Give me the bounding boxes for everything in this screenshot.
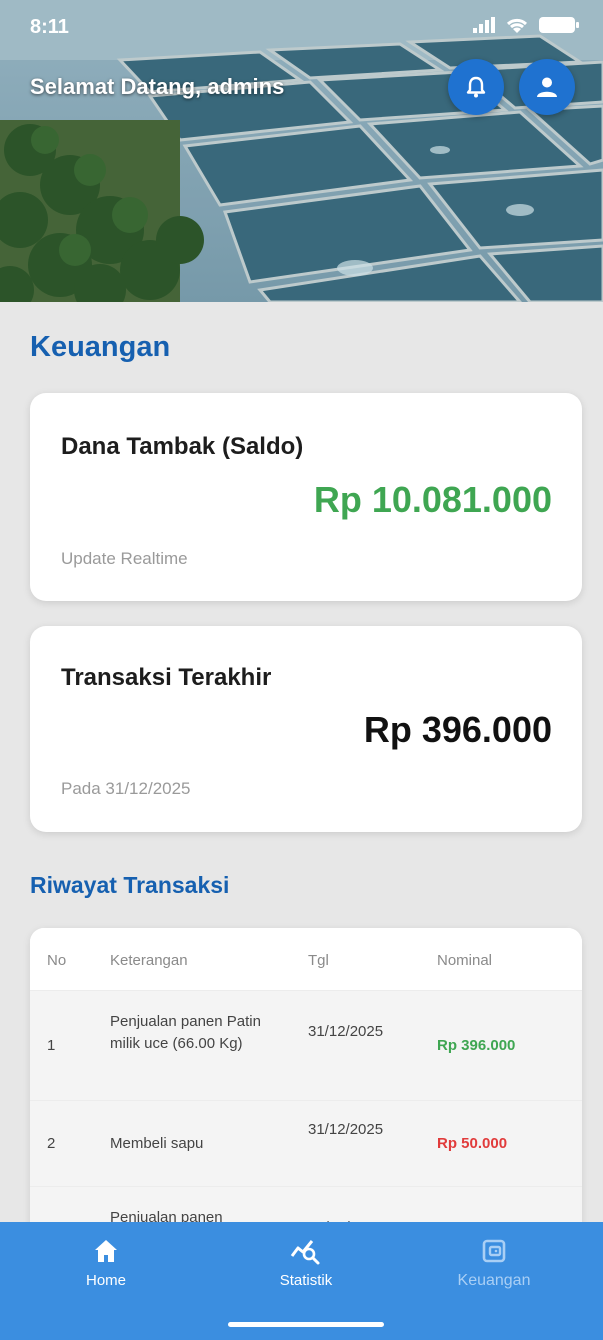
saldo-card: Dana Tambak (Saldo) Rp 10.081.000 Update… [30,393,582,601]
nav-keuangan-label: Keuangan [457,1272,531,1289]
saldo-label: Dana Tambak (Saldo) [61,433,304,460]
status-time: 8:11 [30,16,69,38]
section-title-riwayat: Riwayat Transaksi [30,872,230,898]
chart-search-icon [290,1240,320,1265]
last-transaction-card: Transaksi Terakhir Rp 396.000 Pada 31/12… [30,626,582,832]
cell-nominal: Rp 396.000 [437,1037,516,1054]
column-header-nominal: Nominal [437,952,493,969]
saldo-amount: Rp 10.081.000 [313,479,552,520]
wifi-icon [506,18,528,33]
user-icon [537,77,557,97]
column-header-no: No [47,952,67,969]
cell-no: 1 [47,1037,56,1054]
fish-pond-background-image [0,0,603,302]
home-icon [95,1240,117,1262]
nav-keuangan[interactable]: Keuangan [434,1236,554,1290]
column-header-keterangan: Keterangan [110,952,188,969]
nav-home[interactable]: Home [46,1236,166,1289]
cell-tgl: 31/12/2025 [308,1121,384,1138]
header-banner: 8:11 Selamat Datang, admins [0,0,603,302]
cell-no: 2 [47,1135,56,1152]
table-row[interactable]: 1 Penjualan panen Patin milik uce (66.00… [30,990,582,1100]
last-transaction-date: Pada 31/12/2025 [61,779,191,798]
cell-tgl: 31/12/2025 [308,1023,384,1040]
signal-icon [473,17,495,33]
bell-icon [466,76,486,98]
table-row[interactable]: 2 Membeli sapu 31/12/2025 Rp 50.000 [30,1100,582,1186]
last-transaction-label: Transaksi Terakhir [61,664,272,691]
battery-icon [539,17,579,33]
notification-button[interactable] [448,59,504,115]
cell-keterangan: Penjualan panen Patin milik uce (66.00 K… [110,1013,261,1052]
profile-button[interactable] [519,59,575,115]
home-indicator [228,1322,384,1327]
column-header-tgl: Tgl [308,952,329,969]
saldo-subtitle: Update Realtime [61,549,188,568]
nav-statistik-label: Statistik [279,1272,333,1289]
nav-home-label: Home [85,1272,126,1289]
cell-nominal: Rp 50.000 [437,1135,508,1152]
status-icons [473,16,579,34]
welcome-text: Selamat Datang, admins [30,74,285,99]
transaction-history-table[interactable]: No Keterangan Tgl Nominal 1 Penjualan pa… [30,928,582,1248]
last-transaction-amount: Rp 396.000 [363,709,552,750]
cell-keterangan: Membeli sapu [110,1135,204,1152]
bottom-navigation: Home Statistik Keuangan [0,1222,603,1340]
status-bar: 8:11 [0,0,603,44]
nav-statistik[interactable]: Statistik [246,1236,366,1289]
table-header: No Keterangan Tgl Nominal [30,928,582,990]
section-title-keuangan: Keuangan [30,331,171,363]
wallet-icon [482,1239,506,1263]
